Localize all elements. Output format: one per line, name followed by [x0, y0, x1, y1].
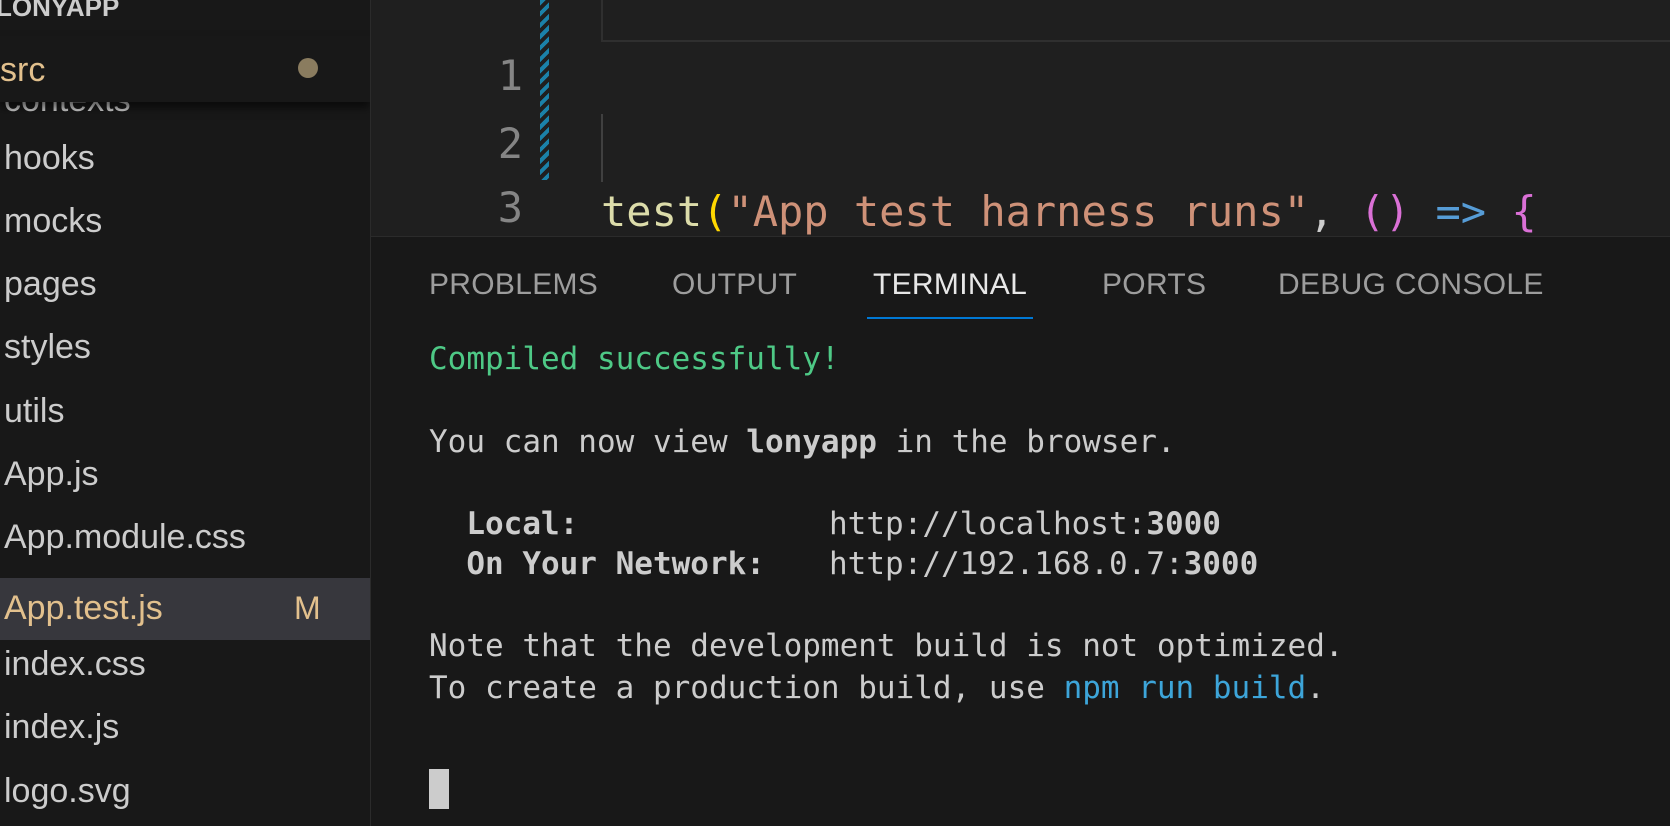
terminal-app-name: lonyapp [746, 424, 877, 460]
terminal-text: in the browser. [876, 424, 1176, 460]
terminal-prod-line: To create a production build, use npm ru… [429, 667, 1325, 709]
terminal-output[interactable]: Compiled successfully! You can now view … [429, 237, 1659, 706]
tree-item-label: pages [4, 265, 97, 303]
terminal-command: npm run build [1063, 670, 1307, 706]
terminal-cursor [429, 769, 449, 809]
tree-item-utils[interactable]: utils [0, 381, 370, 443]
code-line-4: 4 }); [371, 180, 1670, 236]
tree-item-label: hooks [4, 139, 95, 177]
terminal-network-label: On Your Network: [429, 546, 765, 582]
terminal-network-url[interactable]: http://192.168.0.7: [829, 546, 1184, 582]
tree-item-index-css[interactable]: index.css [0, 634, 370, 696]
code-line-1: 1 [371, 0, 1670, 100]
bottom-panel: PROBLEMS OUTPUT TERMINAL PORTS DEBUG CON… [371, 237, 1670, 826]
tree-item-label: App.test.js [4, 589, 163, 627]
tree-item-app-test-js[interactable]: App.test.js M [0, 578, 370, 640]
tree-item-app-module-css[interactable]: App.module.css [0, 507, 370, 569]
code-editor[interactable]: 1 2 test("App test harness runs", () => … [371, 0, 1670, 237]
tree-item-mocks[interactable]: mocks [0, 191, 370, 253]
terminal-view-line: You can now view lonyapp in the browser. [429, 421, 1176, 463]
folder-label: src [0, 51, 46, 89]
modified-dot-icon [298, 58, 318, 78]
explorer-sidebar: LONYAPP contexts hooks mocks pages style… [0, 0, 371, 826]
tree-item-index-js[interactable]: index.js [0, 697, 370, 759]
project-title[interactable]: LONYAPP [0, 0, 119, 23]
terminal-text: . [1306, 670, 1325, 706]
terminal-local-port: 3000 [1146, 506, 1221, 542]
tree-item-label: styles [4, 328, 91, 366]
terminal-text: You can now view [429, 424, 747, 460]
tree-item-hooks[interactable]: hooks [0, 128, 370, 190]
modified-badge: M [294, 590, 321, 626]
tree-item-label: App.module.css [4, 518, 246, 556]
terminal-text: To create a production build, use [429, 670, 1064, 706]
tree-item-logo-svg[interactable]: logo.svg [0, 761, 370, 823]
tree-item-label: utils [4, 392, 65, 430]
tree-item-styles[interactable]: styles [0, 317, 370, 379]
tree-item-app-js[interactable]: App.js [0, 444, 370, 506]
tree-item-label: App.js [4, 455, 99, 493]
tree-item-label: mocks [4, 202, 103, 240]
terminal-local-line: Local: http://localhost:3000 [429, 503, 1221, 545]
terminal-network-line: On Your Network: http://192.168.0.7:3000 [429, 543, 1258, 585]
terminal-local-label: Local: [429, 506, 579, 542]
terminal-local-url[interactable]: http://localhost: [829, 506, 1146, 542]
tree-item-pages[interactable]: pages [0, 254, 370, 316]
terminal-compiled-line: Compiled successfully! [429, 341, 840, 377]
terminal-note-line: Note that the development build is not o… [429, 628, 1344, 664]
tree-item-label: index.js [4, 708, 120, 746]
code-line-2: 2 test("App test harness runs", () => { [371, 42, 1670, 236]
terminal-network-port: 3000 [1183, 546, 1259, 582]
code-line-3: 3 expect(true).toBe(true); [371, 106, 1670, 232]
tree-item-label: index.css [4, 645, 146, 683]
tree-item-label: logo.svg [4, 772, 131, 810]
